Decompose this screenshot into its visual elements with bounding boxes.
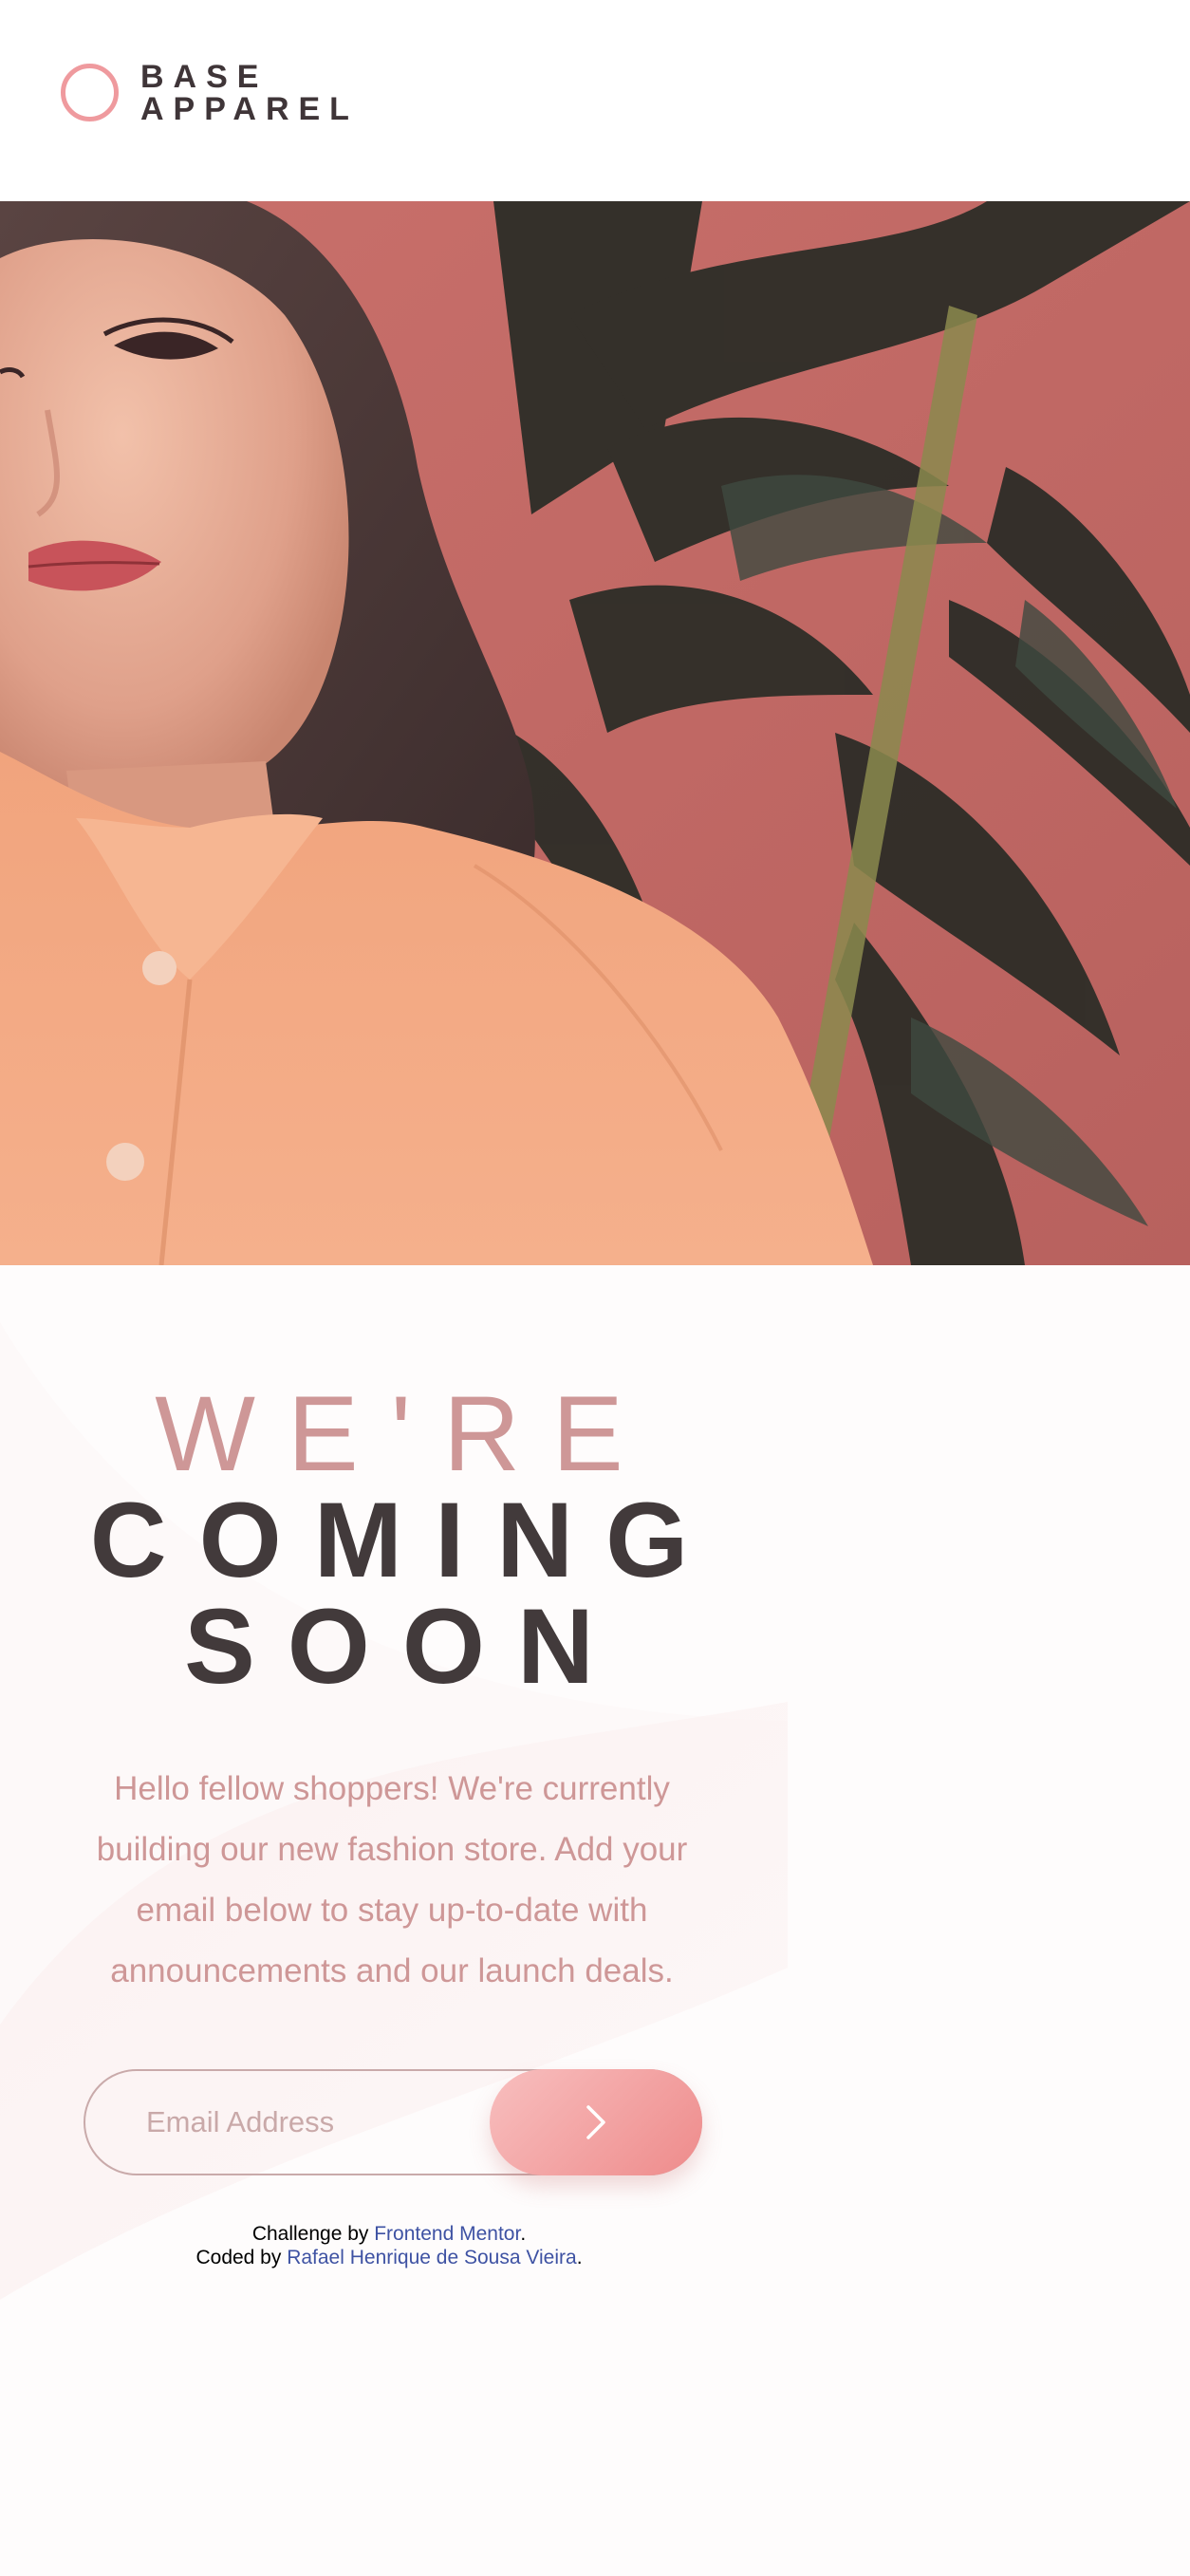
submit-button[interactable]: [490, 2069, 702, 2175]
main-content: WE'RE COMING SOON Hello fellow shoppers!…: [0, 1265, 1190, 2576]
coded-prefix: Coded by: [195, 2247, 288, 2268]
brand-name-line1: BASE: [140, 59, 269, 95]
hero-photo-icon: [0, 201, 1190, 1265]
brand-name-line2: APPAREL: [140, 91, 359, 127]
page-header: BASE APPAREL: [0, 0, 1190, 201]
attribution-challenge: Challenge by Frontend Mentor.: [95, 2222, 683, 2246]
title-were: WE'RE: [155, 1374, 656, 1493]
title-soon: SOON: [184, 1587, 626, 1706]
logo-circle-icon: [61, 64, 119, 121]
frontend-mentor-link[interactable]: Frontend Mentor: [374, 2223, 520, 2245]
challenge-prefix: Challenge by: [251, 2223, 375, 2245]
intro-description: Hello fellow shoppers! We're currently b…: [96, 1770, 688, 1989]
page-title: WE'RE COMING SOON: [57, 1381, 721, 1700]
coded-suffix: .: [576, 2247, 583, 2268]
email-input[interactable]: [144, 2098, 509, 2147]
hero-image: [0, 201, 1190, 1265]
brand-logo[interactable]: BASE APPAREL: [61, 59, 374, 129]
attribution: Challenge by Frontend Mentor. Coded by R…: [95, 2222, 683, 2269]
attribution-coder: Coded by Rafael Henrique de Sousa Vieira…: [95, 2246, 683, 2269]
chevron-right-icon: [586, 2105, 605, 2139]
title-coming: COMING: [89, 1481, 721, 1599]
email-signup-form: [84, 2069, 702, 2175]
challenge-suffix: .: [520, 2223, 527, 2245]
author-link[interactable]: Rafael Henrique de Sousa Vieira: [287, 2247, 576, 2268]
